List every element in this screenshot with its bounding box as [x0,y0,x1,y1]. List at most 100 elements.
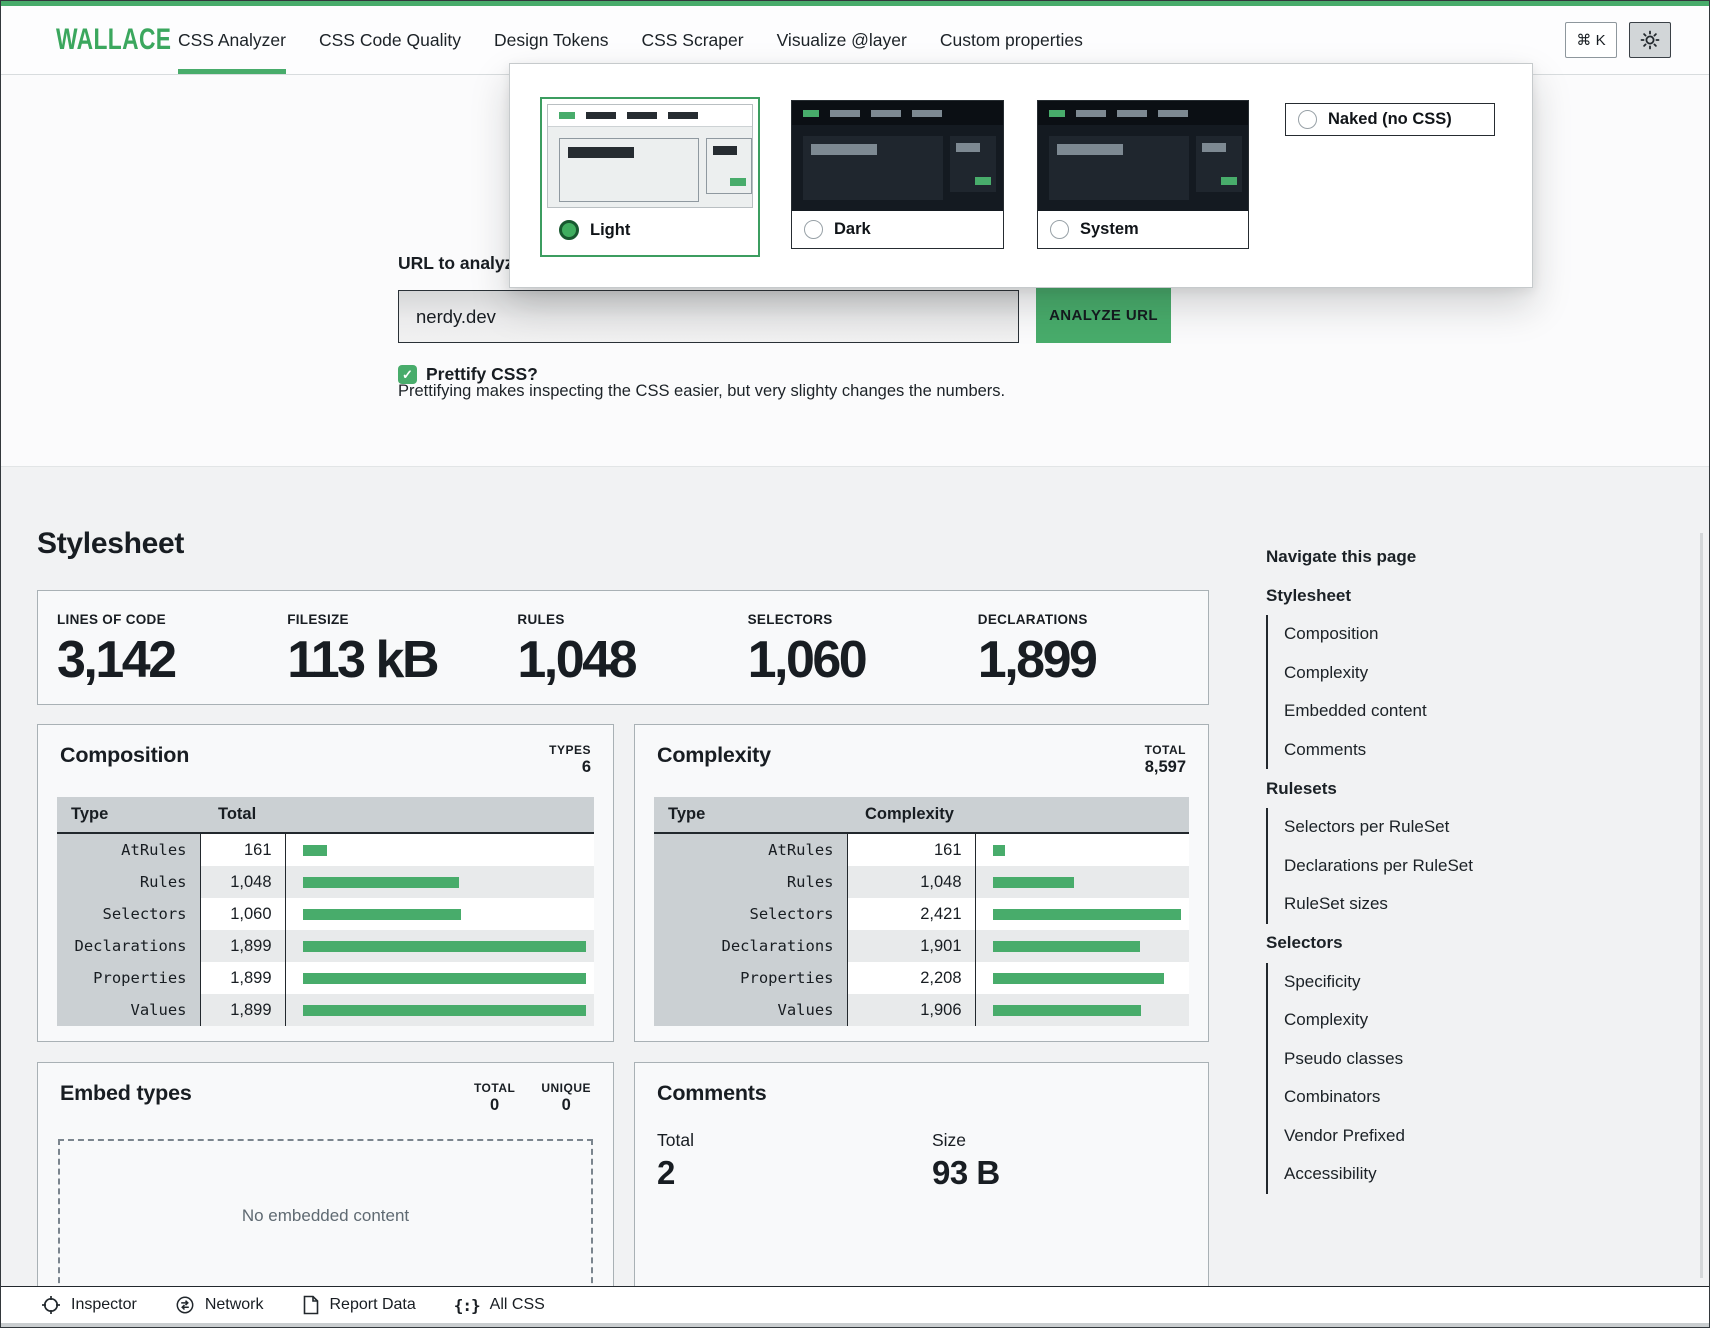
mini-pill-icon [871,110,901,117]
theme-radio-system[interactable] [1050,220,1069,239]
value-bar [993,877,1075,888]
stat-selectors: SELECTORS1,060 [748,612,978,704]
url-label: URL to analyze [398,253,523,274]
complexity-panel: Complexity TOTAL 8,597 TypeComplexityAtR… [634,724,1209,1042]
toc-link-composition[interactable]: Composition [1268,615,1566,654]
braces-icon: {:} [454,1296,480,1315]
stat-value: 1,060 [748,630,978,690]
theme-preview [792,101,1003,211]
value-bar [303,1005,587,1016]
toc-link-ruleset-sizes[interactable]: RuleSet sizes [1268,885,1566,924]
row-value: 161 [200,833,285,866]
theme-toggle-button[interactable] [1629,22,1671,58]
row-type: Rules [57,866,200,898]
file-icon [302,1295,320,1315]
toc-link-selectors-per-ruleset[interactable]: Selectors per RuleSet [1268,808,1566,847]
stat-filesize: FILESIZE113 kB [287,612,517,704]
complexity-title: Complexity [657,743,771,768]
row-value: 1,906 [847,994,975,1026]
row-value: 1,899 [200,962,285,994]
theme-radio-light[interactable] [559,220,579,240]
row-type: Properties [57,962,200,994]
toc-link-specificity[interactable]: Specificity [1268,963,1566,1002]
page-nav: Navigate this pageStylesheetCompositionC… [1266,467,1566,1287]
toc-section-rulesets[interactable]: Rulesets [1266,769,1566,808]
row-type: AtRules [654,833,847,866]
stat-declarations: DECLARATIONS1,899 [978,612,1208,704]
navbar-actions: ⌘ K [1565,6,1671,74]
embed-empty-text: No embedded content [242,1206,409,1226]
complexity-meta: TOTAL 8,597 [1145,743,1186,777]
row-value: 161 [847,833,975,866]
analyze-url-button[interactable]: ANALYZE URL [1036,288,1171,343]
url-input[interactable] [398,290,1019,343]
bottom-strip [1,1323,1709,1328]
toc-link-declarations-per-ruleset[interactable]: Declarations per RuleSet [1268,847,1566,886]
data-table: TypeTotalAtRules161Rules1,048Selectors1,… [57,797,594,1026]
table-row: Selectors2,421 [654,898,1189,930]
toc-link-combinators[interactable]: Combinators [1268,1078,1566,1117]
row-value: 2,208 [847,962,975,994]
scrollbar[interactable] [1700,533,1703,1278]
theme-option-label: Naked (no CSS) [1328,110,1452,129]
row-value: 1,048 [200,866,285,898]
footer-inspector[interactable]: Inspector [41,1295,137,1315]
logo-wrap: WALLACE [56,6,156,74]
stat-value: 1,048 [517,630,747,690]
stats-panel: LINES OF CODE3,142FILESIZE113 kBRULES1,0… [37,590,1209,705]
toc-link-accessibility[interactable]: Accessibility [1268,1155,1566,1194]
footer-network[interactable]: Network [175,1295,264,1315]
col-header-value: Total [200,797,285,833]
toc-link-pseudo-classes[interactable]: Pseudo classes [1268,1040,1566,1079]
row-value: 1,060 [200,898,285,930]
stat-label: FILESIZE [287,612,517,627]
footer-report-data[interactable]: Report Data [302,1295,416,1315]
table-row: Values1,906 [654,994,1189,1026]
theme-radio-naked-no-css[interactable] [1298,110,1317,129]
value-bar [303,877,459,888]
prettify-hint: Prettifying makes inspecting the CSS eas… [398,382,1005,401]
table-row: Properties1,899 [57,962,594,994]
footer-all-css[interactable]: {:}All CSS [454,1296,545,1315]
nav-tab-css-analyzer[interactable]: CSS Analyzer [178,6,286,74]
table-row: Values1,899 [57,994,594,1026]
toc-link-embedded-content[interactable]: Embedded content [1268,692,1566,731]
theme-option-light[interactable]: Light [540,97,760,257]
row-value: 1,899 [200,930,285,962]
col-header-value: Complexity [847,797,975,833]
toc-link-vendor-prefixed[interactable]: Vendor Prefixed [1268,1117,1566,1156]
toc-link-complexity[interactable]: Complexity [1268,1001,1566,1040]
mini-pill-icon [912,110,942,117]
stat-lines-of-code: LINES OF CODE3,142 [57,612,287,704]
command-k-button[interactable]: ⌘ K [1565,22,1617,58]
theme-option-label: System [1080,220,1139,239]
complexity-table: TypeComplexityAtRules161Rules1,048Select… [635,797,1208,1026]
embed-empty-state: No embedded content [58,1139,593,1287]
theme-option-naked-no-css[interactable]: Naked (no CSS) [1285,103,1495,136]
col-header-type: Type [57,797,200,833]
row-type: Properties [654,962,847,994]
toc-section-selectors[interactable]: Selectors [1266,924,1566,963]
toc-link-comments[interactable]: Comments [1268,731,1566,770]
composition-meta: TYPES 6 [549,743,591,777]
row-value: 1,048 [847,866,975,898]
row-type: Values [654,994,847,1026]
toc-section-stylesheet[interactable]: Stylesheet [1266,576,1566,615]
table-row: Selectors1,060 [57,898,594,930]
theme-option-system[interactable]: System [1037,100,1249,249]
wallace-logo[interactable]: WALLACE [56,23,171,57]
comments-stats: Total 2 Size 93 B [635,1106,1208,1192]
theme-option-dark[interactable]: Dark [791,100,1004,249]
row-type: Declarations [57,930,200,962]
col-header-type: Type [654,797,847,833]
theme-preview [547,104,753,208]
toc-link-complexity[interactable]: Complexity [1268,654,1566,693]
theme-radio-dark[interactable] [804,220,823,239]
row-type: Values [57,994,200,1026]
composition-title: Composition [60,743,189,768]
mini-pill-icon [1158,110,1188,117]
row-type: Rules [654,866,847,898]
value-bar [993,973,1165,984]
footer-label: Inspector [71,1296,137,1314]
nav-tab-css-code-quality[interactable]: CSS Code Quality [319,6,461,74]
